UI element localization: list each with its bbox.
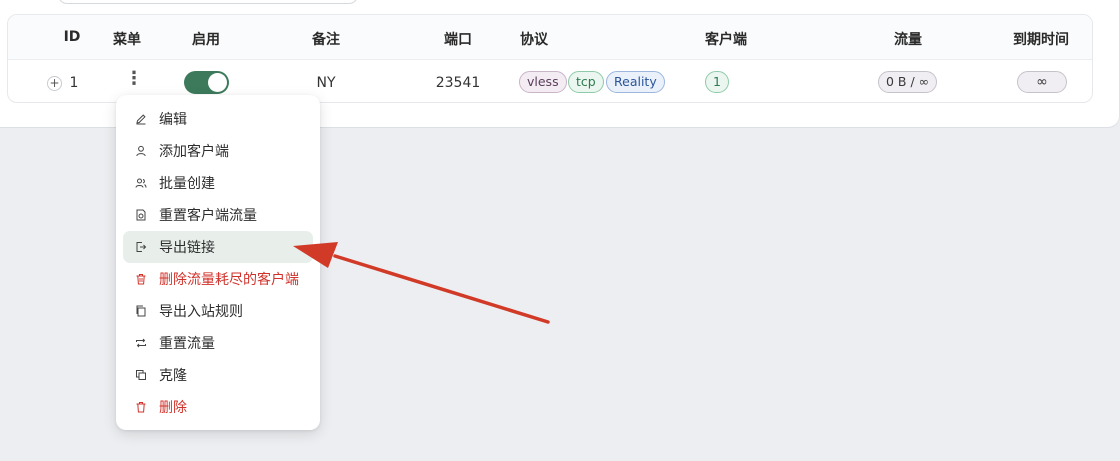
user-add-icon (135, 145, 147, 157)
header-menu: 菜单 (113, 32, 141, 48)
header-clients: 客户端 (705, 32, 747, 48)
menu-item-edit[interactable]: 编辑 (123, 103, 313, 135)
delete-icon (135, 401, 147, 413)
row-action-menu: 编辑 添加客户端 批量创建 重置客户端流量 导出链接 删除流量耗尽的客户端 导出… (116, 95, 320, 430)
menu-item-bulk-create[interactable]: 批量创建 (123, 167, 313, 199)
menu-item-label: 删除流量耗尽的客户端 (159, 272, 299, 288)
clone-icon (135, 369, 147, 381)
copy-icon (135, 305, 147, 317)
cell-remark: NY (316, 75, 336, 91)
menu-item-label: 导出链接 (159, 240, 215, 256)
header-protocol: 协议 (520, 32, 548, 48)
menu-item-export-links[interactable]: 导出链接 (123, 231, 313, 263)
protocol-tag-tcp: tcp (568, 71, 604, 93)
menu-item-reset-traffic[interactable]: 重置流量 (123, 327, 313, 359)
more-vertical-icon[interactable]: ⋮ (125, 69, 143, 89)
menu-item-label: 删除 (159, 400, 187, 416)
header-id[interactable]: ID (64, 29, 81, 45)
menu-item-delete-depleted-clients[interactable]: 删除流量耗尽的客户端 (123, 263, 313, 295)
retweet-icon (135, 337, 147, 349)
trash-icon (135, 273, 147, 285)
menu-item-label: 编辑 (159, 112, 187, 128)
menu-item-label: 克隆 (159, 368, 187, 384)
menu-item-clone[interactable]: 克隆 (123, 359, 313, 391)
menu-item-delete[interactable]: 删除 (123, 391, 313, 423)
cell-id: 1 (69, 75, 79, 91)
menu-item-label: 导出入站规则 (159, 304, 243, 320)
header-remark[interactable]: 备注 (312, 29, 340, 49)
menu-item-label: 重置流量 (159, 336, 215, 352)
export-icon (135, 241, 147, 253)
menu-item-reset-client-traffic[interactable]: 重置客户端流量 (123, 199, 313, 231)
cell-port: 23541 (435, 75, 481, 91)
file-reset-icon (135, 209, 147, 221)
search-input[interactable] (58, 0, 358, 4)
protocol-tag-reality: Reality (606, 71, 665, 93)
table-header: ID 菜单 启用 备注 端口 协议 客户端 流量 到期时间 (8, 15, 1092, 60)
protocol-tag-vless: vless (519, 71, 567, 93)
users-icon (135, 177, 147, 189)
clients-count-badge[interactable]: 1 (705, 71, 729, 93)
header-traffic: 流量 (894, 32, 922, 48)
toggle-knob (208, 73, 227, 92)
menu-item-export-inbound[interactable]: 导出入站规则 (123, 295, 313, 327)
enable-toggle[interactable] (184, 71, 229, 94)
menu-item-label: 添加客户端 (159, 144, 229, 160)
header-expiry: 到期时间 (1013, 32, 1069, 48)
menu-item-label: 批量创建 (159, 176, 215, 192)
header-enable: 启用 (192, 32, 220, 48)
menu-item-label: 重置客户端流量 (159, 208, 257, 224)
edit-icon (135, 113, 147, 125)
inbounds-table: ID 菜单 启用 备注 端口 协议 客户端 流量 到期时间 + 1 ⋮ NY 2… (7, 14, 1093, 103)
header-port[interactable]: 端口 (444, 29, 472, 49)
menu-item-add-client[interactable]: 添加客户端 (123, 135, 313, 167)
expiry-badge: ∞ (1017, 71, 1067, 93)
expand-row-icon[interactable]: + (47, 76, 62, 91)
traffic-badge[interactable]: 0 B / ∞ (878, 71, 938, 93)
